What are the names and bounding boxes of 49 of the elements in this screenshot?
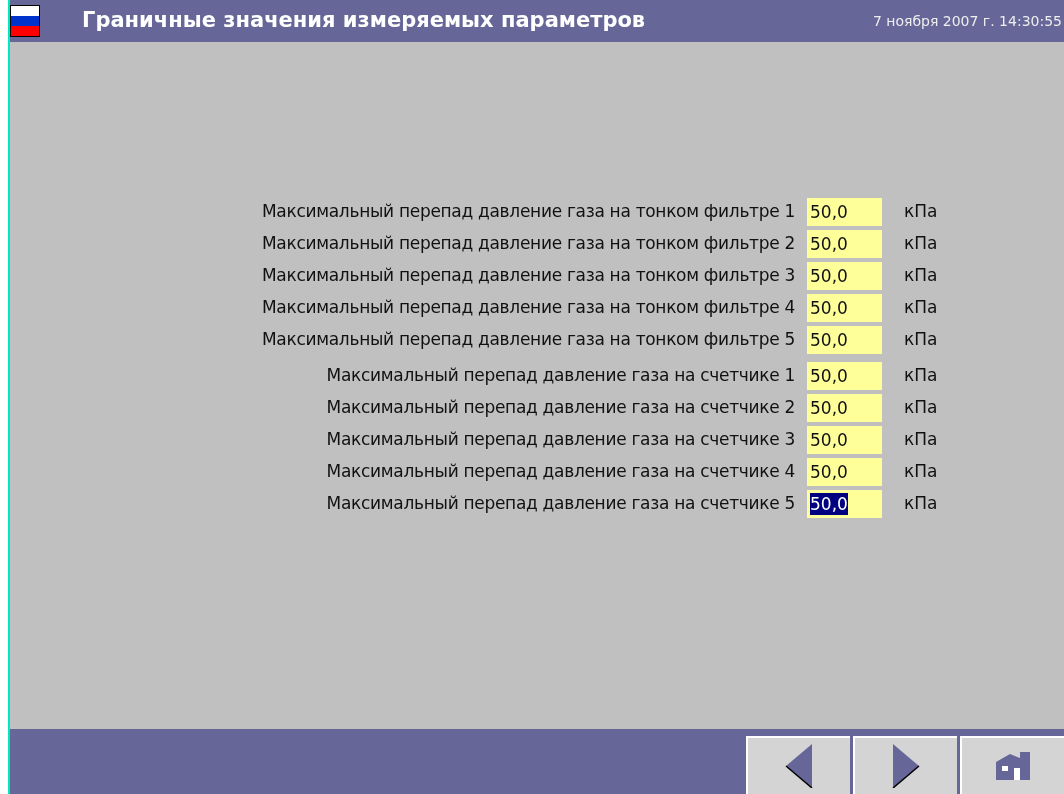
unit-label: кПа: [904, 200, 939, 224]
right-arrow-icon: [891, 744, 921, 788]
window-title: Граничные значения измеряемых параметров: [82, 7, 646, 35]
parameter-label: Максимальный перепад давление газа на тонком фильтре 4: [261, 296, 795, 320]
value-text: 50,0: [810, 297, 848, 319]
value-field[interactable]: 50,0: [807, 362, 882, 390]
parameter-label: Максимальный перепад давление газа на счетчике 2: [326, 396, 795, 420]
nav-button[interactable]: [746, 736, 850, 794]
unit-label: кПа: [904, 264, 939, 288]
flag-icon: [10, 5, 40, 37]
value-field[interactable]: 50,0: [807, 458, 882, 486]
parameter-label: Максимальный перепад давление газа на счетчике 5: [326, 492, 795, 516]
unit-label: кПа: [904, 428, 939, 452]
parameter-label: Максимальный перепад давление газа на счетчике 1: [326, 364, 795, 388]
nav-button[interactable]: [853, 736, 957, 794]
building-icon: [996, 752, 1030, 780]
left-arrow-icon: [784, 744, 814, 788]
unit-label: кПа: [904, 328, 939, 352]
value-text: 50,0: [810, 397, 848, 419]
unit-label: кПа: [904, 364, 939, 388]
nav-button[interactable]: [960, 736, 1064, 794]
parameter-label: Максимальный перепад давление газа на счетчике 3: [326, 428, 795, 452]
value-field[interactable]: 50,0: [807, 394, 882, 422]
value-text: 50,0: [810, 233, 848, 255]
value-field[interactable]: 50,0: [807, 198, 882, 226]
value-field[interactable]: 50,0: [807, 294, 882, 322]
value-field[interactable]: 50,0: [807, 230, 882, 258]
value-field[interactable]: 50,0: [807, 490, 882, 518]
value-field[interactable]: 50,0: [807, 326, 882, 354]
date-time: 7 ноября 2007 г. 14:30:55: [872, 11, 1062, 31]
value-text: 50,0: [810, 461, 848, 483]
value-field[interactable]: 50,0: [807, 426, 882, 454]
unit-label: кПа: [904, 396, 939, 420]
unit-label: кПа: [904, 296, 939, 320]
value-text: 50,0: [810, 365, 848, 387]
parameter-label: Максимальный перепад давление газа на тонком фильтре 2: [261, 232, 795, 256]
unit-label: кПа: [904, 492, 939, 516]
parameter-label: Максимальный перепад давление газа на тонком фильтре 1: [261, 200, 795, 224]
unit-label: кПа: [904, 460, 939, 484]
parameter-label: Максимальный перепад давление газа на тонком фильтре 3: [261, 264, 795, 288]
value-field[interactable]: 50,0: [807, 262, 882, 290]
value-text: 50,0: [810, 265, 848, 287]
value-text: 50,0: [810, 201, 848, 223]
parameter-label: Максимальный перепад давление газа на тонком фильтре 5: [261, 328, 795, 352]
value-text: 50,0: [810, 429, 848, 451]
unit-label: кПа: [904, 232, 939, 256]
value-text: 50,0: [810, 329, 848, 351]
parameter-label: Максимальный перепад давление газа на счетчике 4: [326, 460, 795, 484]
value-text: 50,0: [810, 493, 848, 515]
